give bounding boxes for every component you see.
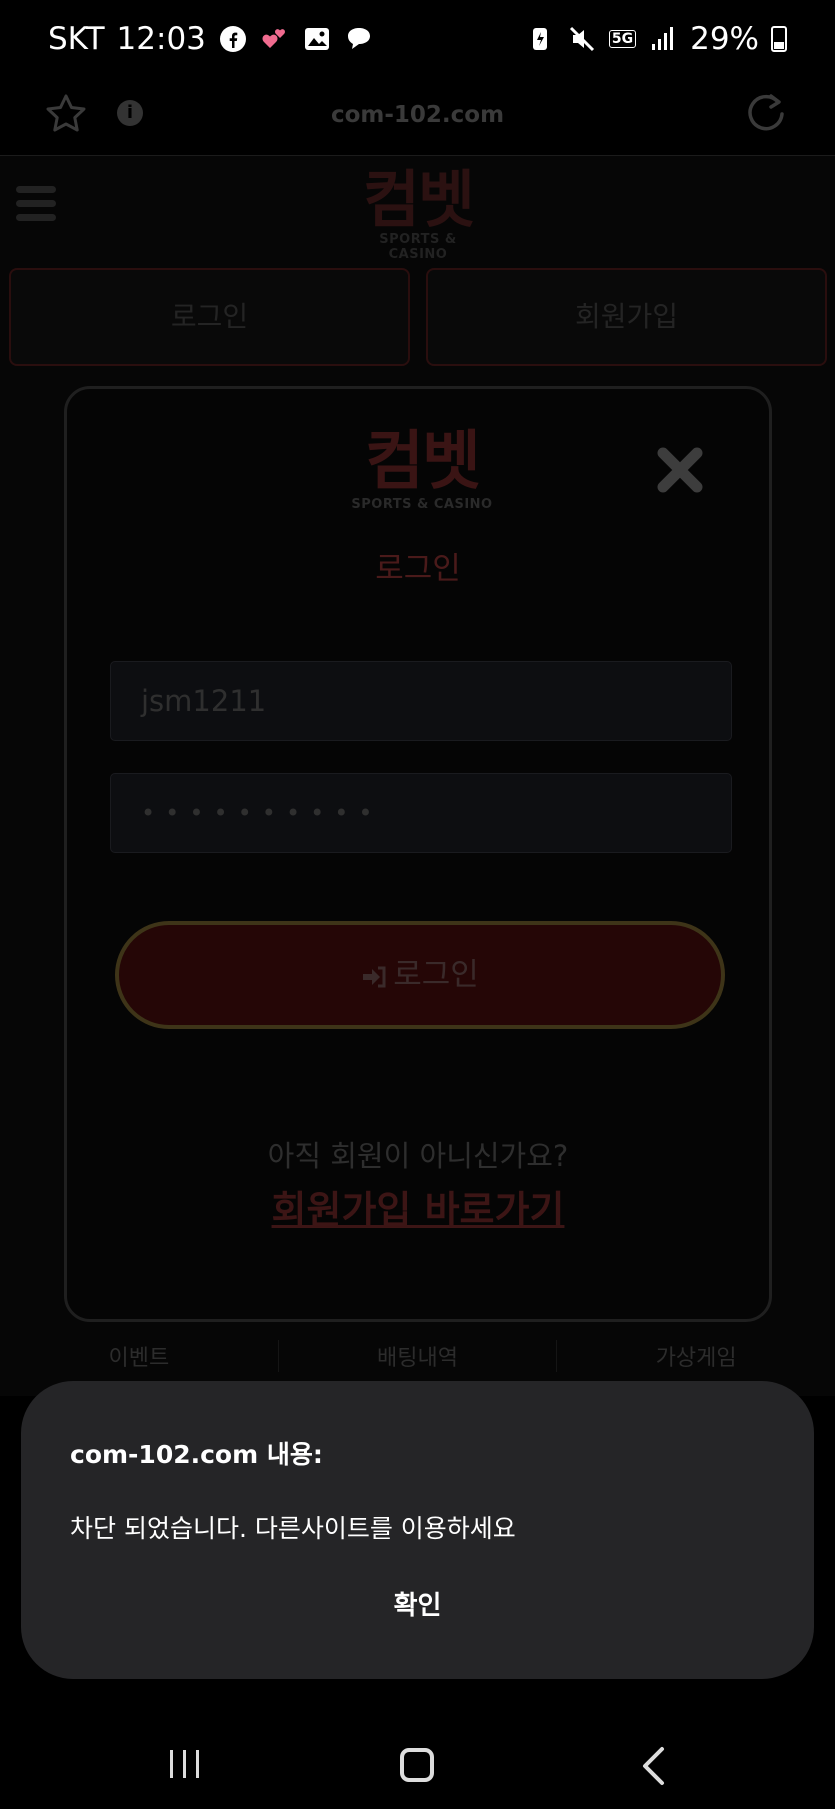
dialog-ok-button[interactable]: 확인 bbox=[21, 1585, 814, 1622]
header-join-button[interactable]: 회원가입 bbox=[426, 268, 827, 366]
browser-toolbar: i com-102.com bbox=[0, 78, 835, 156]
status-right: 5G 29% bbox=[525, 21, 787, 57]
reload-icon[interactable] bbox=[743, 90, 789, 136]
home-icon[interactable] bbox=[400, 1748, 434, 1782]
status-left: SKT 12:03 bbox=[48, 21, 374, 57]
close-icon[interactable] bbox=[655, 445, 705, 495]
chat-bubble-icon bbox=[347, 28, 370, 49]
username-field[interactable]: jsm1211 bbox=[110, 661, 732, 741]
login-button-label: 로그인 bbox=[393, 957, 479, 993]
menu-icon[interactable] bbox=[16, 186, 56, 226]
logo-tagline: SPORTS & CASINO bbox=[379, 232, 457, 262]
hearts-icon bbox=[262, 29, 285, 48]
status-bar: SKT 12:03 5G 29% bbox=[0, 0, 835, 78]
login-modal: 컴벳 SPORTS & CASINO 로그인 jsm1211 •••••••••… bbox=[64, 386, 772, 1322]
dialog-title: com-102.com 내용: bbox=[70, 1440, 323, 1469]
battery-saver-icon bbox=[532, 28, 547, 50]
sign-in-icon bbox=[363, 966, 386, 988]
site-logo[interactable]: 컴벳 SPORTS & CASINO bbox=[348, 163, 488, 263]
battery-icon bbox=[771, 26, 787, 52]
modal-logo-wordmark: 컴벳 bbox=[365, 425, 481, 499]
bottom-menu: 이벤트 배팅내역 가상게임 bbox=[0, 1340, 835, 1372]
signup-question: 아직 회원이 아니신가요? bbox=[267, 1139, 569, 1173]
modal-title: 로그인 bbox=[375, 551, 461, 587]
mute-icon bbox=[569, 26, 594, 52]
network-type: 5G bbox=[608, 30, 637, 48]
recent-apps-icon[interactable] bbox=[168, 1750, 202, 1778]
facebook-icon bbox=[219, 26, 246, 52]
system-nav-bar bbox=[0, 1700, 835, 1809]
signal-icon bbox=[652, 27, 674, 50]
battery-percent: 29% bbox=[690, 21, 759, 57]
menu-item-bet-history[interactable]: 배팅내역 bbox=[279, 1340, 558, 1372]
clock: 12:03 bbox=[116, 21, 206, 57]
dialog-message: 차단 되었습니다. 다른사이트를 이용하세요 bbox=[70, 1514, 516, 1543]
login-button[interactable]: 로그인 bbox=[115, 921, 725, 1029]
address-bar[interactable]: com-102.com bbox=[0, 102, 835, 128]
gallery-icon bbox=[304, 28, 329, 50]
alert-dialog: com-102.com 내용: 차단 되었습니다. 다른사이트를 이용하세요 확… bbox=[21, 1381, 814, 1679]
menu-item-event[interactable]: 이벤트 bbox=[0, 1340, 279, 1372]
logo-wordmark: 컴벳 bbox=[362, 163, 475, 236]
back-icon[interactable] bbox=[640, 1746, 666, 1786]
modal-logo: 컴벳 SPORTS & CASINO bbox=[337, 427, 507, 512]
menu-item-virtual-game[interactable]: 가상게임 bbox=[557, 1340, 835, 1372]
password-field[interactable]: •••••••••• bbox=[110, 773, 732, 853]
modal-logo-tagline: SPORTS & CASINO bbox=[351, 497, 493, 512]
signup-link[interactable]: 회원가입 바로가기 bbox=[67, 1179, 769, 1234]
header-login-button[interactable]: 로그인 bbox=[9, 268, 410, 366]
carrier: SKT bbox=[48, 21, 105, 57]
